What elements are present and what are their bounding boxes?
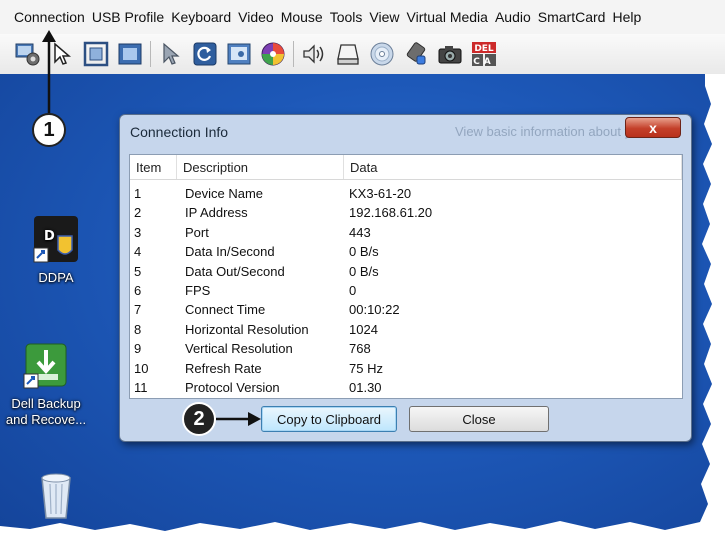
row-data: 01.30 bbox=[349, 379, 382, 395]
row-data: 1024 bbox=[349, 321, 378, 337]
row-description: Data Out/Second bbox=[185, 263, 285, 279]
ctrl-alt-del-icon[interactable]: DEL CA bbox=[470, 40, 498, 68]
row-description: Horizontal Resolution bbox=[185, 321, 309, 337]
desktop-icon-label: and Recove... bbox=[5, 412, 87, 427]
row-data: 00:10:22 bbox=[349, 302, 400, 318]
drive-icon[interactable] bbox=[334, 40, 362, 68]
table-row[interactable]: 5 Data Out/Second 0 B/s bbox=[130, 262, 682, 281]
row-data: KX3-61-20 bbox=[349, 186, 412, 201]
row-item: 4 bbox=[134, 244, 142, 260]
desktop-icon-dell-backup[interactable]: Dell Backup and Recove... bbox=[0, 340, 98, 428]
callout-badge-2: 2 bbox=[182, 402, 216, 436]
speaker-icon[interactable] bbox=[300, 40, 328, 68]
row-item: 11 bbox=[134, 379, 148, 395]
row-item: 9 bbox=[134, 341, 142, 357]
callout-arrow-2 bbox=[216, 412, 261, 426]
camera-icon[interactable] bbox=[436, 40, 464, 68]
fullscreen-icon[interactable] bbox=[116, 40, 144, 68]
toolbar-separator bbox=[150, 41, 151, 67]
menu-usb-profile[interactable]: USB Profile bbox=[92, 9, 164, 25]
usb-icon[interactable] bbox=[402, 40, 430, 68]
row-data: 0 B/s bbox=[349, 263, 379, 279]
row-description: Refresh Rate bbox=[185, 360, 262, 376]
table-row[interactable]: 11 Protocol Version 01.30 bbox=[130, 378, 682, 397]
menu-mouse[interactable]: Mouse bbox=[281, 9, 323, 25]
connection-info-list: Item Description Data 1 Device Name KX3-61… bbox=[129, 154, 683, 399]
screen-capture-icon[interactable] bbox=[225, 40, 253, 68]
table-row[interactable]: 4 Data In/Second 0 B/s bbox=[130, 242, 682, 261]
desktop-icon-label: Dell Backup bbox=[11, 396, 81, 411]
row-description: Port bbox=[185, 224, 209, 240]
menu-bar: Connection USB Profile Keyboard Video Mo… bbox=[0, 0, 725, 34]
row-description: Connect Time bbox=[185, 302, 266, 318]
list-body: 1 Device Name KX3-61-20 2 IP Address 192.168… bbox=[130, 180, 682, 397]
column-header-data[interactable]: Data bbox=[344, 155, 682, 179]
desktop-icon-ddpa[interactable]: D DDPA bbox=[4, 214, 108, 286]
table-row[interactable]: 7 Connect Time 00:10:22 bbox=[130, 300, 682, 319]
table-row[interactable]: 10 Refresh Rate 75 Hz bbox=[130, 359, 682, 378]
copy-to-clipboard-button[interactable]: Copy to Clipboard bbox=[261, 406, 397, 432]
row-description: Data In/Second bbox=[185, 244, 275, 260]
row-item: 5 bbox=[134, 263, 142, 279]
row-data: 75 Hz bbox=[349, 360, 383, 376]
table-row[interactable]: 3 Port 443 bbox=[130, 223, 682, 242]
column-header-item[interactable]: Item bbox=[130, 155, 177, 179]
row-data: 192.168.61.20 bbox=[349, 205, 433, 221]
row-item: 10 bbox=[134, 360, 149, 376]
dell-ddpa-icon: D bbox=[30, 214, 82, 266]
cad-label-bottom: CA bbox=[473, 57, 495, 67]
row-data: 768 bbox=[349, 341, 371, 357]
cad-label-top: DEL bbox=[474, 44, 494, 54]
table-row[interactable]: 8 Horizontal Resolution 1024 bbox=[130, 320, 682, 339]
refresh-icon[interactable] bbox=[191, 40, 219, 68]
toolbar: DEL CA bbox=[0, 34, 725, 74]
menu-virtual-media[interactable]: Virtual Media bbox=[407, 9, 488, 25]
callout-arrow-1 bbox=[42, 30, 56, 114]
connection-info-dialog: Connection Info View basic information a… bbox=[119, 114, 692, 442]
table-row[interactable]: 6 FPS 0 bbox=[130, 281, 682, 300]
menu-help[interactable]: Help bbox=[612, 9, 641, 25]
svg-text:D: D bbox=[44, 229, 55, 244]
toolbar-separator bbox=[293, 41, 294, 67]
row-item: 6 bbox=[134, 282, 142, 298]
row-item: 7 bbox=[134, 302, 142, 318]
column-header-description[interactable]: Description bbox=[177, 155, 344, 179]
table-row[interactable]: 9 Vertical Resolution 768 bbox=[130, 339, 682, 358]
row-description: Vertical Resolution bbox=[185, 341, 293, 357]
close-button[interactable]: Close bbox=[409, 406, 549, 432]
table-row[interactable]: 2 IP Address 192.168.61.20 bbox=[130, 203, 682, 222]
color-icon[interactable] bbox=[259, 40, 287, 68]
single-cursor-icon[interactable] bbox=[157, 40, 185, 68]
menu-keyboard[interactable]: Keyboard bbox=[171, 9, 231, 25]
row-data: 0 bbox=[349, 282, 357, 298]
row-item: 1 bbox=[134, 186, 142, 201]
desktop-icon-label: DDPA bbox=[38, 270, 74, 285]
callout-badge-1: 1 bbox=[32, 113, 66, 147]
dialog-background-text: View basic information about yo bbox=[455, 124, 639, 139]
dialog-title: Connection Info bbox=[130, 124, 229, 140]
row-description: Device Name bbox=[185, 186, 264, 201]
close-icon[interactable]: x bbox=[625, 117, 681, 138]
table-row[interactable]: 1 Device Name KX3-61-20 bbox=[130, 184, 682, 203]
menu-video[interactable]: Video bbox=[238, 9, 274, 25]
menu-view[interactable]: View bbox=[369, 9, 399, 25]
menu-connection[interactable]: Connection bbox=[14, 9, 85, 25]
row-description: FPS bbox=[185, 282, 211, 298]
row-item: 3 bbox=[134, 224, 142, 240]
menu-smartcard[interactable]: SmartCard bbox=[538, 9, 606, 25]
fit-window-icon[interactable] bbox=[82, 40, 110, 68]
row-item: 8 bbox=[134, 321, 142, 337]
list-header: Item Description Data bbox=[130, 155, 682, 180]
row-data: 0 B/s bbox=[349, 244, 379, 260]
row-description: IP Address bbox=[185, 205, 248, 221]
row-description: Protocol Version bbox=[185, 379, 280, 395]
cd-icon[interactable] bbox=[368, 40, 396, 68]
row-item: 2 bbox=[134, 205, 142, 221]
backup-recovery-icon bbox=[20, 340, 72, 392]
recycle-bin-icon bbox=[36, 470, 76, 522]
menu-audio[interactable]: Audio bbox=[495, 9, 531, 25]
desktop-icon-recycle-bin[interactable] bbox=[4, 470, 108, 526]
menu-tools[interactable]: Tools bbox=[330, 9, 363, 25]
row-data: 443 bbox=[349, 224, 371, 240]
